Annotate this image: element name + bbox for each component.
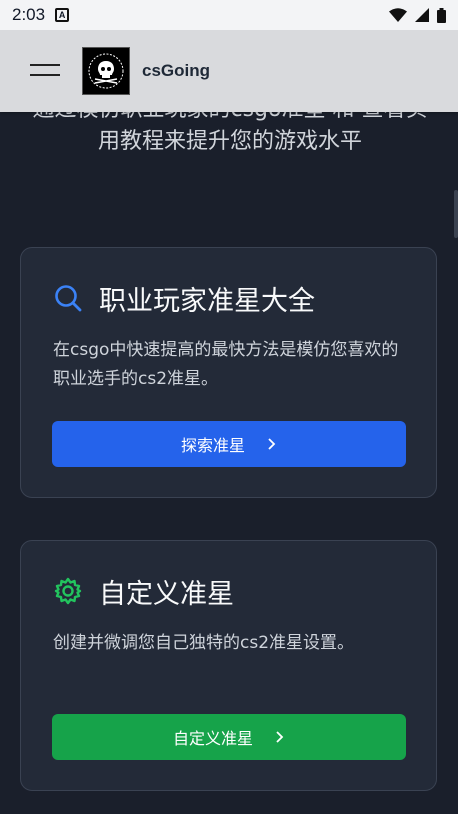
site-logo[interactable] bbox=[82, 47, 130, 95]
search-icon bbox=[55, 285, 82, 312]
battery-icon bbox=[437, 7, 446, 23]
card-description: 在csgo中快速提高的最快方法是模仿您喜欢的职业选手的cs2准星。 bbox=[53, 340, 399, 389]
pro-crosshairs-card: 职业玩家准星大全 在csgo中快速提高的最快方法是模仿您喜欢的职业选手的cs2准… bbox=[20, 247, 437, 498]
custom-crosshair-card: 自定义准星 创建并微调您自己独特的cs2准星设置。 自定义准星 bbox=[20, 540, 437, 791]
status-bar: 2:03 A bbox=[0, 0, 458, 30]
status-time: 2:03 bbox=[12, 5, 46, 24]
card-title: 自定义准星 bbox=[99, 578, 234, 610]
card-title-row: 自定义准星 bbox=[53, 571, 404, 611]
gear-icon bbox=[54, 577, 82, 605]
explore-crosshairs-button[interactable]: 探索准星 bbox=[52, 421, 406, 467]
button-label: 自定义准星 bbox=[172, 731, 253, 748]
card-title-row: 职业玩家准星大全 bbox=[53, 278, 404, 318]
custom-crosshair-button[interactable]: 自定义准星 bbox=[52, 714, 406, 760]
menu-icon[interactable] bbox=[30, 62, 60, 80]
accessibility-icon: A bbox=[55, 8, 70, 22]
scrollbar[interactable] bbox=[454, 190, 458, 238]
card-title: 职业玩家准星大全 bbox=[99, 285, 315, 317]
card-description: 创建并微调您自己独特的cs2准星设置。 bbox=[53, 633, 355, 653]
wifi-icon bbox=[389, 8, 407, 22]
site-name[interactable]: csGoing bbox=[142, 61, 210, 81]
chevron-right-icon bbox=[268, 438, 276, 450]
skull-logo-icon bbox=[88, 53, 124, 89]
button-label: 探索准星 bbox=[180, 438, 245, 455]
signal-icon bbox=[415, 8, 429, 22]
site-header: csGoing bbox=[0, 30, 458, 112]
chevron-right-icon bbox=[276, 731, 284, 743]
